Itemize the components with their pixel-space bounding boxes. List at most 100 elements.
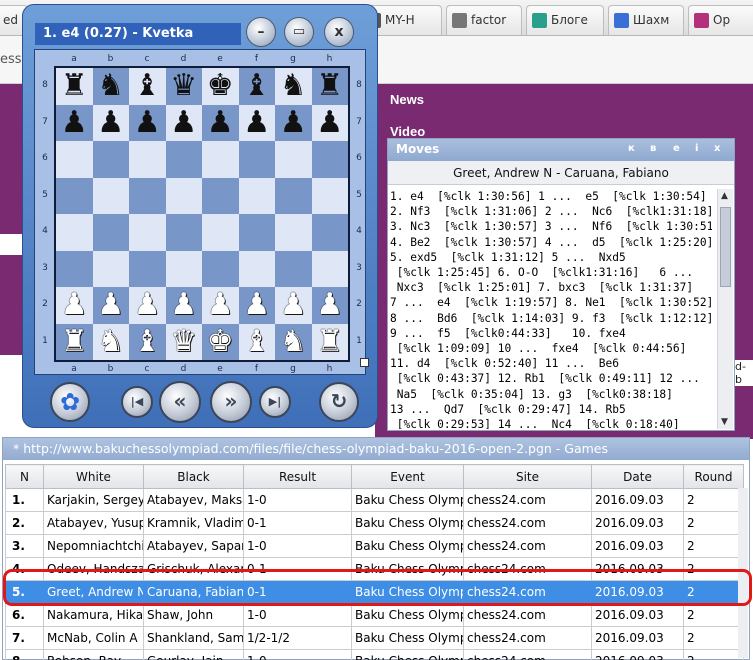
black-pawn-icon[interactable]: ♟: [134, 105, 161, 140]
chessboard[interactable]: ♜ ♞ ♝ ♛ ♚ ♝ ♞ ♜ ♟ ♟ ♟ ♟ ♟ ♟ ♟ ♟ ♟ ♟ ♟ ♟ ♟ ♟ ♟ ♟ ♜ ♞ ♝ ♛ ♚ ♝ ♞ ♜: [54, 66, 350, 362]
board-square[interactable]: ♞: [275, 323, 312, 360]
white-king-icon[interactable]: ♚: [207, 324, 234, 359]
move-line[interactable]: Nxc3 [%clk 1:25:01] 7. bxc3 [%clk 1:31:3…: [390, 280, 712, 295]
white-rook-icon[interactable]: ♜: [316, 324, 343, 359]
scroll-up-arrow[interactable]: ▲: [721, 191, 728, 201]
white-pawn-icon[interactable]: ♟: [207, 287, 234, 322]
white-pawn-icon[interactable]: ♟: [97, 287, 124, 322]
white-pawn-icon[interactable]: ♟: [243, 287, 270, 322]
board-square[interactable]: ♜: [56, 323, 93, 360]
board-square[interactable]: [165, 141, 202, 178]
board-square[interactable]: [275, 250, 312, 287]
board-square[interactable]: ♜: [311, 68, 348, 105]
board-square[interactable]: ♝: [129, 68, 166, 105]
board-square[interactable]: ♟: [275, 104, 312, 141]
black-pawn-icon[interactable]: ♟: [207, 105, 234, 140]
board-square[interactable]: [165, 177, 202, 214]
move-line[interactable]: [%clk 1:25:45] 6. O-O [%clk1:31:16] 6 ..…: [390, 265, 712, 280]
white-pawn-icon[interactable]: ♟: [134, 287, 161, 322]
board-square[interactable]: [129, 250, 166, 287]
board-square[interactable]: [238, 141, 275, 178]
board-square[interactable]: ♟: [56, 104, 93, 141]
board-square[interactable]: ♛: [165, 323, 202, 360]
move-line[interactable]: 4. Be2 [%clk 1:30:57] 4 ... d5 [%clk 1:2…: [390, 235, 712, 250]
move-line[interactable]: 7 ... e4 [%clk 1:19:57] 8. Ne1 [%clk 1:3…: [390, 295, 712, 310]
white-bishop-icon[interactable]: ♝: [243, 324, 270, 359]
moves-scrollbar[interactable]: ▲ ▼: [717, 189, 733, 429]
board-square[interactable]: [275, 177, 312, 214]
board-square[interactable]: [129, 141, 166, 178]
board-square[interactable]: [202, 250, 239, 287]
site-nav-video[interactable]: Video: [390, 124, 425, 139]
black-knight-icon[interactable]: ♞: [97, 68, 124, 103]
table-row[interactable]: 2. Atabayev, Yusup Kramnik, Vladimir 0-1 Bak…: [5, 511, 744, 535]
board-square[interactable]: ♟: [92, 104, 129, 141]
board-square[interactable]: ♞: [92, 68, 129, 105]
refresh-button[interactable]: ↻: [319, 382, 359, 422]
black-pawn-icon[interactable]: ♟: [243, 105, 270, 140]
black-bishop-icon[interactable]: ♝: [134, 68, 161, 103]
site-nav-news[interactable]: News: [390, 92, 424, 107]
board-square[interactable]: ♚: [202, 68, 239, 105]
close-button[interactable]: x: [324, 17, 354, 47]
board-square[interactable]: ♟: [165, 104, 202, 141]
black-queen-icon[interactable]: ♛: [170, 68, 197, 103]
move-line[interactable]: 11. d4 [%clk 0:52:40] 11 ... Be6: [390, 356, 712, 371]
black-rook-icon[interactable]: ♜: [61, 68, 88, 103]
last-move-button[interactable]: ▶|: [259, 386, 291, 418]
moves-window-control-button[interactable]: в: [650, 143, 656, 154]
board-square[interactable]: [56, 250, 93, 287]
move-line[interactable]: [%clk 0:29:53] 14 ... Nc4 [%clk 0:18:40]: [390, 417, 712, 429]
moves-window-control-button[interactable]: x: [714, 143, 720, 154]
column-header-site[interactable]: Site: [463, 464, 592, 489]
minimize-button[interactable]: –: [246, 17, 276, 47]
column-header-black[interactable]: Black: [143, 464, 244, 489]
board-square[interactable]: ♝: [238, 68, 275, 105]
white-pawn-icon[interactable]: ♟: [316, 287, 343, 322]
board-square[interactable]: [92, 177, 129, 214]
black-pawn-icon[interactable]: ♟: [170, 105, 197, 140]
black-bishop-icon[interactable]: ♝: [243, 68, 270, 103]
board-square[interactable]: [275, 214, 312, 251]
board-square[interactable]: [92, 141, 129, 178]
first-move-button[interactable]: |◀: [121, 386, 153, 418]
browser-tab[interactable]: Шахм: [608, 5, 684, 35]
moves-scroll-thumb[interactable]: [720, 207, 731, 287]
moves-list[interactable]: 1. e4 [%clk 1:30:56] 1 ... e5 [%clk 1:30…: [390, 189, 712, 429]
column-header-result[interactable]: Result: [243, 464, 352, 489]
board-square[interactable]: [238, 214, 275, 251]
black-king-icon[interactable]: ♚: [207, 68, 234, 103]
board-square[interactable]: [92, 250, 129, 287]
black-pawn-icon[interactable]: ♟: [97, 105, 124, 140]
next-move-button[interactable]: »: [210, 381, 252, 423]
board-square[interactable]: [56, 214, 93, 251]
moves-window-control-button[interactable]: i: [695, 143, 698, 154]
white-knight-icon[interactable]: ♞: [280, 324, 307, 359]
move-line[interactable]: 1. e4 [%clk 1:30:56] 1 ... e5 [%clk 1:30…: [390, 189, 712, 204]
column-header-round[interactable]: Round: [683, 464, 744, 489]
move-line[interactable]: 3. Nc3 [%clk 1:30:57] 3 ... Nf6 [%clk 1:…: [390, 219, 712, 234]
white-knight-icon[interactable]: ♞: [97, 324, 124, 359]
black-rook-icon[interactable]: ♜: [316, 68, 343, 103]
logo-flower-button[interactable]: ✿: [50, 382, 90, 422]
prev-move-button[interactable]: «: [159, 381, 201, 423]
board-resize-handle[interactable]: [360, 358, 369, 367]
move-line[interactable]: 9 ... f5 [%clk0:44:33] 10. fxe4: [390, 326, 712, 341]
moves-window-control-button[interactable]: к: [628, 143, 635, 154]
column-header-white[interactable]: White: [43, 464, 144, 489]
board-square[interactable]: [311, 177, 348, 214]
board-square[interactable]: ♜: [56, 68, 93, 105]
board-square[interactable]: [238, 250, 275, 287]
board-square[interactable]: [129, 214, 166, 251]
move-line[interactable]: 8 ... Bd6 [%clk 1:14:03] 9. f3 [%clk 1:1…: [390, 311, 712, 326]
table-row[interactable]: 7.McNab, Colin AShankland, Samuel1/2-1/2…: [5, 626, 744, 650]
board-square[interactable]: [311, 141, 348, 178]
board-square[interactable]: ♛: [165, 68, 202, 105]
board-square[interactable]: [56, 177, 93, 214]
white-queen-icon[interactable]: ♛: [170, 324, 197, 359]
board-square[interactable]: [202, 177, 239, 214]
table-row[interactable]: 8.Robson, RayGourlay, Iain1-0Baku Chess …: [5, 649, 744, 660]
board-square[interactable]: ♟: [56, 287, 93, 324]
move-line[interactable]: 13 ... Qd7 [%clk 0:29:47] 14. Rb5: [390, 402, 712, 417]
column-header-event[interactable]: Event: [351, 464, 464, 489]
